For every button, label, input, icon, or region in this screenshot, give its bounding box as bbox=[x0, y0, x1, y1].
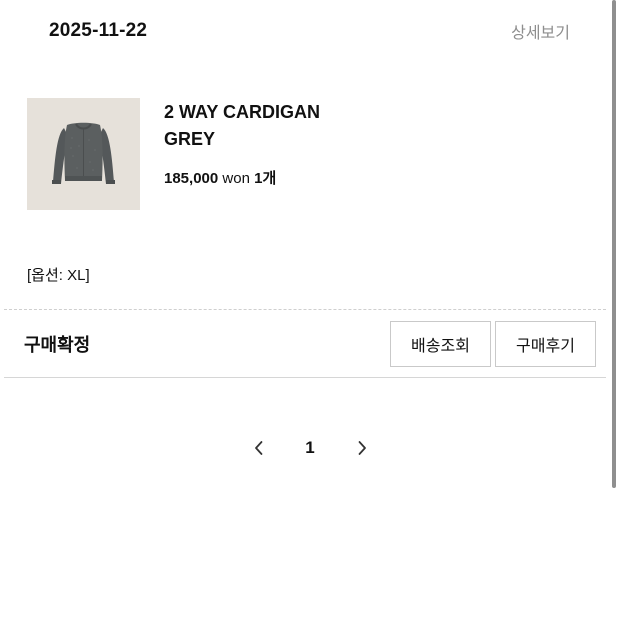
product-thumbnail[interactable] bbox=[27, 98, 140, 210]
product-price: 185,000 bbox=[164, 170, 219, 187]
chevron-right-icon bbox=[358, 441, 366, 455]
order-date: 2025-11-22 bbox=[49, 20, 148, 41]
pagination-next-button[interactable] bbox=[352, 438, 372, 458]
dashed-divider bbox=[4, 309, 606, 310]
price-currency: won bbox=[222, 170, 250, 187]
order-status: 구매확정 bbox=[24, 335, 91, 355]
price-row: 185,000 won 1개 bbox=[164, 167, 276, 188]
product-name-line2: GREY bbox=[164, 129, 216, 149]
cardigan-image-icon bbox=[27, 98, 140, 210]
shipping-tracking-button[interactable]: 배송조회 bbox=[390, 321, 491, 367]
pagination-page-current[interactable]: 1 bbox=[302, 438, 318, 458]
product-name[interactable]: 2 WAY CARDIGAN GREY bbox=[164, 99, 404, 153]
product-quantity: 1개 bbox=[254, 170, 277, 187]
order-detail-link[interactable]: 상세보기 bbox=[511, 19, 570, 43]
product-option: [옵션: XL] bbox=[27, 267, 90, 284]
purchase-review-button[interactable]: 구매후기 bbox=[495, 321, 596, 367]
section-divider bbox=[4, 377, 606, 378]
product-name-line1: 2 WAY CARDIGAN bbox=[164, 102, 321, 122]
scrollbar[interactable] bbox=[612, 0, 616, 488]
pagination-prev-button[interactable] bbox=[249, 438, 269, 458]
chevron-left-icon bbox=[255, 441, 263, 455]
